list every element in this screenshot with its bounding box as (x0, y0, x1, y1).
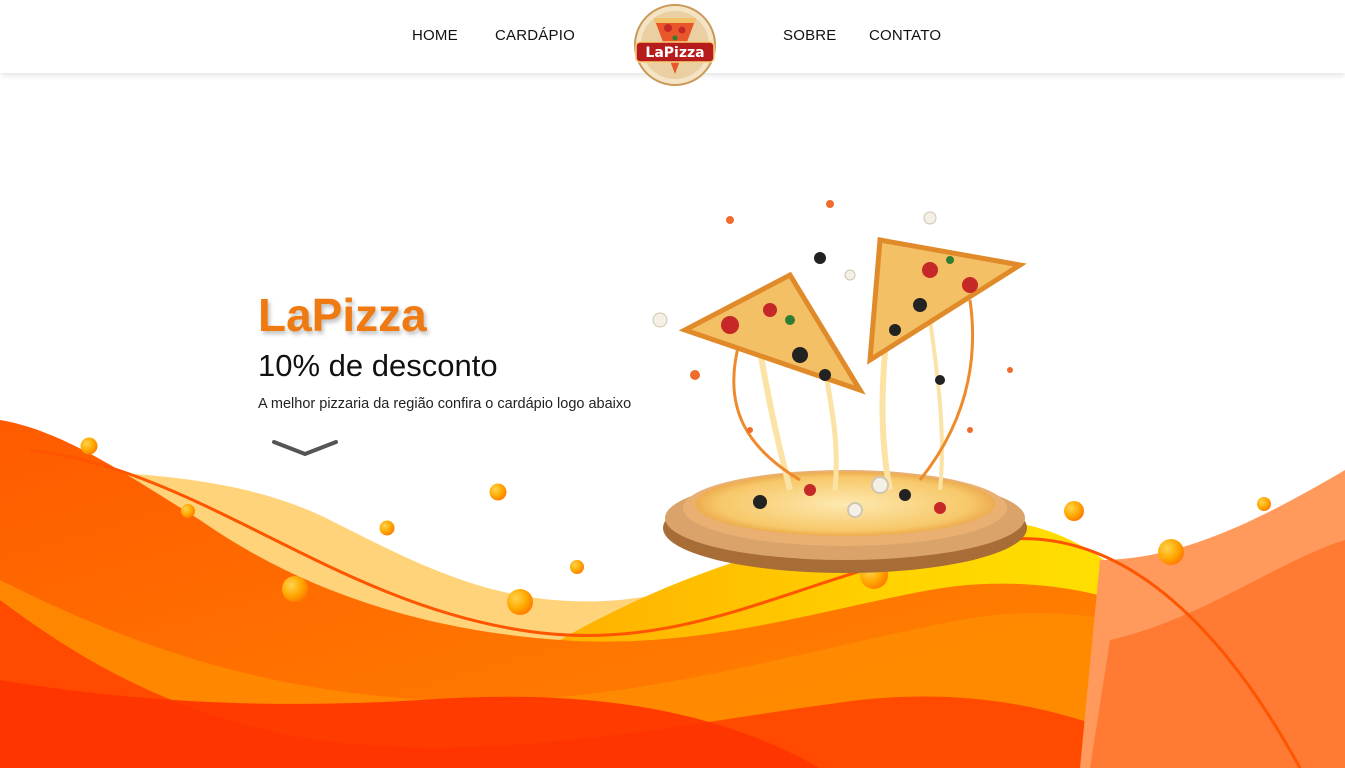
pizza-illustration (652, 200, 1027, 573)
lapizza-logo[interactable]: LaPizza (632, 4, 718, 86)
nav-link-sobre[interactable]: SOBRE (783, 27, 837, 44)
nav-link-cardapio[interactable]: CARDÁPIO (495, 27, 575, 44)
hero-subtitle: 10% de desconto (258, 348, 498, 383)
hero-title: LaPizza (258, 289, 427, 341)
hero-description: A melhor pizzaria da região confira o ca… (258, 396, 632, 412)
nav-link-home[interactable]: HOME (412, 27, 458, 44)
nav-link-contato[interactable]: CONTATO (869, 27, 941, 44)
logo-text: LaPizza (645, 45, 704, 61)
chevron-down-icon[interactable] (270, 436, 340, 460)
